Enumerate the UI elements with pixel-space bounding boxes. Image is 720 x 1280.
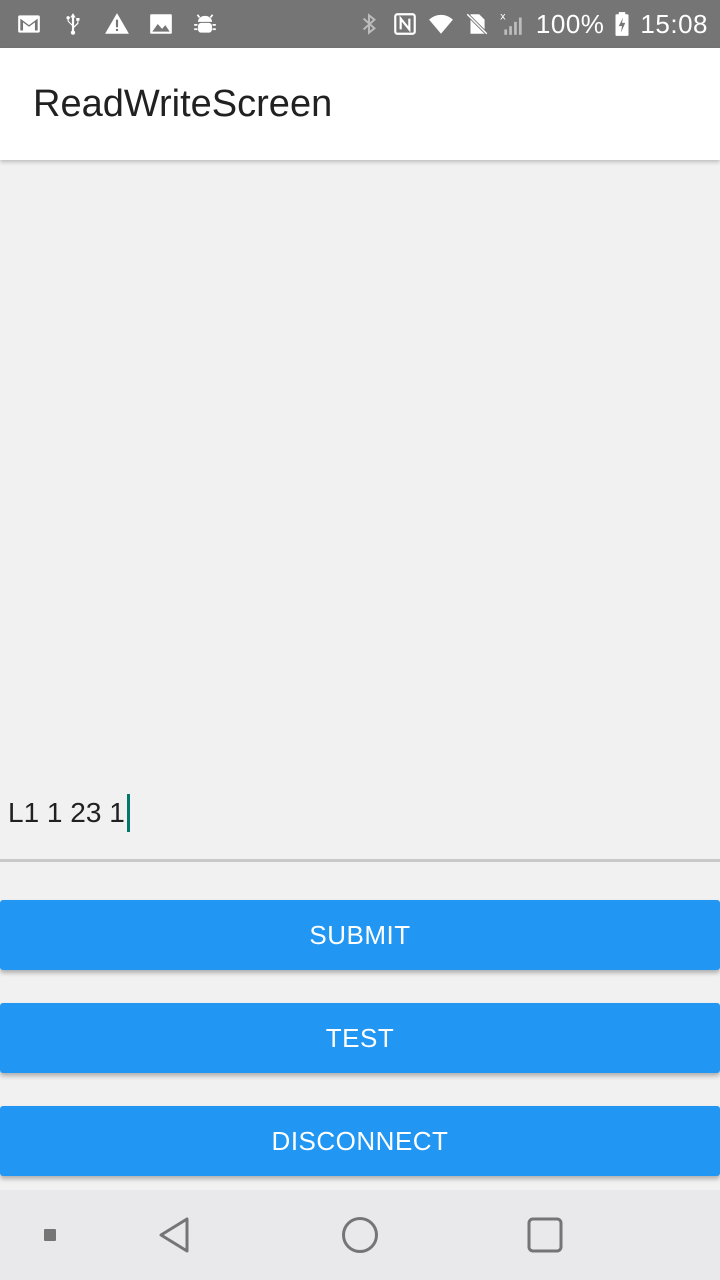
main-content: L1 1 23 1 SUBMIT TEST DISCONNECT [0,160,720,1190]
navigation-bar [0,1190,720,1280]
app-bar: ReadWriteScreen [0,48,720,160]
home-icon[interactable] [330,1190,390,1280]
status-time: 15:08 [640,8,708,39]
page-title: ReadWriteScreen [33,82,333,125]
back-icon[interactable] [145,1190,205,1280]
battery-percent: 100% [535,8,605,39]
signal-icon: x [500,11,526,37]
warning-icon [104,11,130,37]
text-caret [126,794,130,832]
image-icon [148,11,174,37]
status-left [0,11,218,37]
usb-icon [60,11,86,37]
bluetooth-icon [356,11,382,37]
recents-icon[interactable] [515,1190,575,1280]
gmail-icon [16,11,42,37]
nfc-icon [392,11,418,37]
screen: x 100% 15:08 ReadWriteScreen L1 1 23 1 S… [0,0,720,1280]
keyboard-dot-icon[interactable] [30,1190,70,1280]
android-debug-icon [192,11,218,37]
submit-button[interactable]: SUBMIT [0,900,720,970]
svg-text:x: x [500,12,506,23]
no-sim-icon [464,11,490,37]
status-right: x 100% 15:08 [356,9,720,40]
test-button[interactable]: TEST [0,1003,720,1073]
disconnect-button[interactable]: DISCONNECT [0,1106,720,1176]
status-bar: x 100% 15:08 [0,0,720,48]
command-input-value: L1 1 23 1 [8,797,125,828]
battery-charging-icon [614,11,630,37]
input-underline [0,859,720,862]
wifi-icon [428,11,454,37]
command-input-field[interactable]: L1 1 23 1 [0,770,720,862]
command-input[interactable]: L1 1 23 1 [8,794,130,832]
